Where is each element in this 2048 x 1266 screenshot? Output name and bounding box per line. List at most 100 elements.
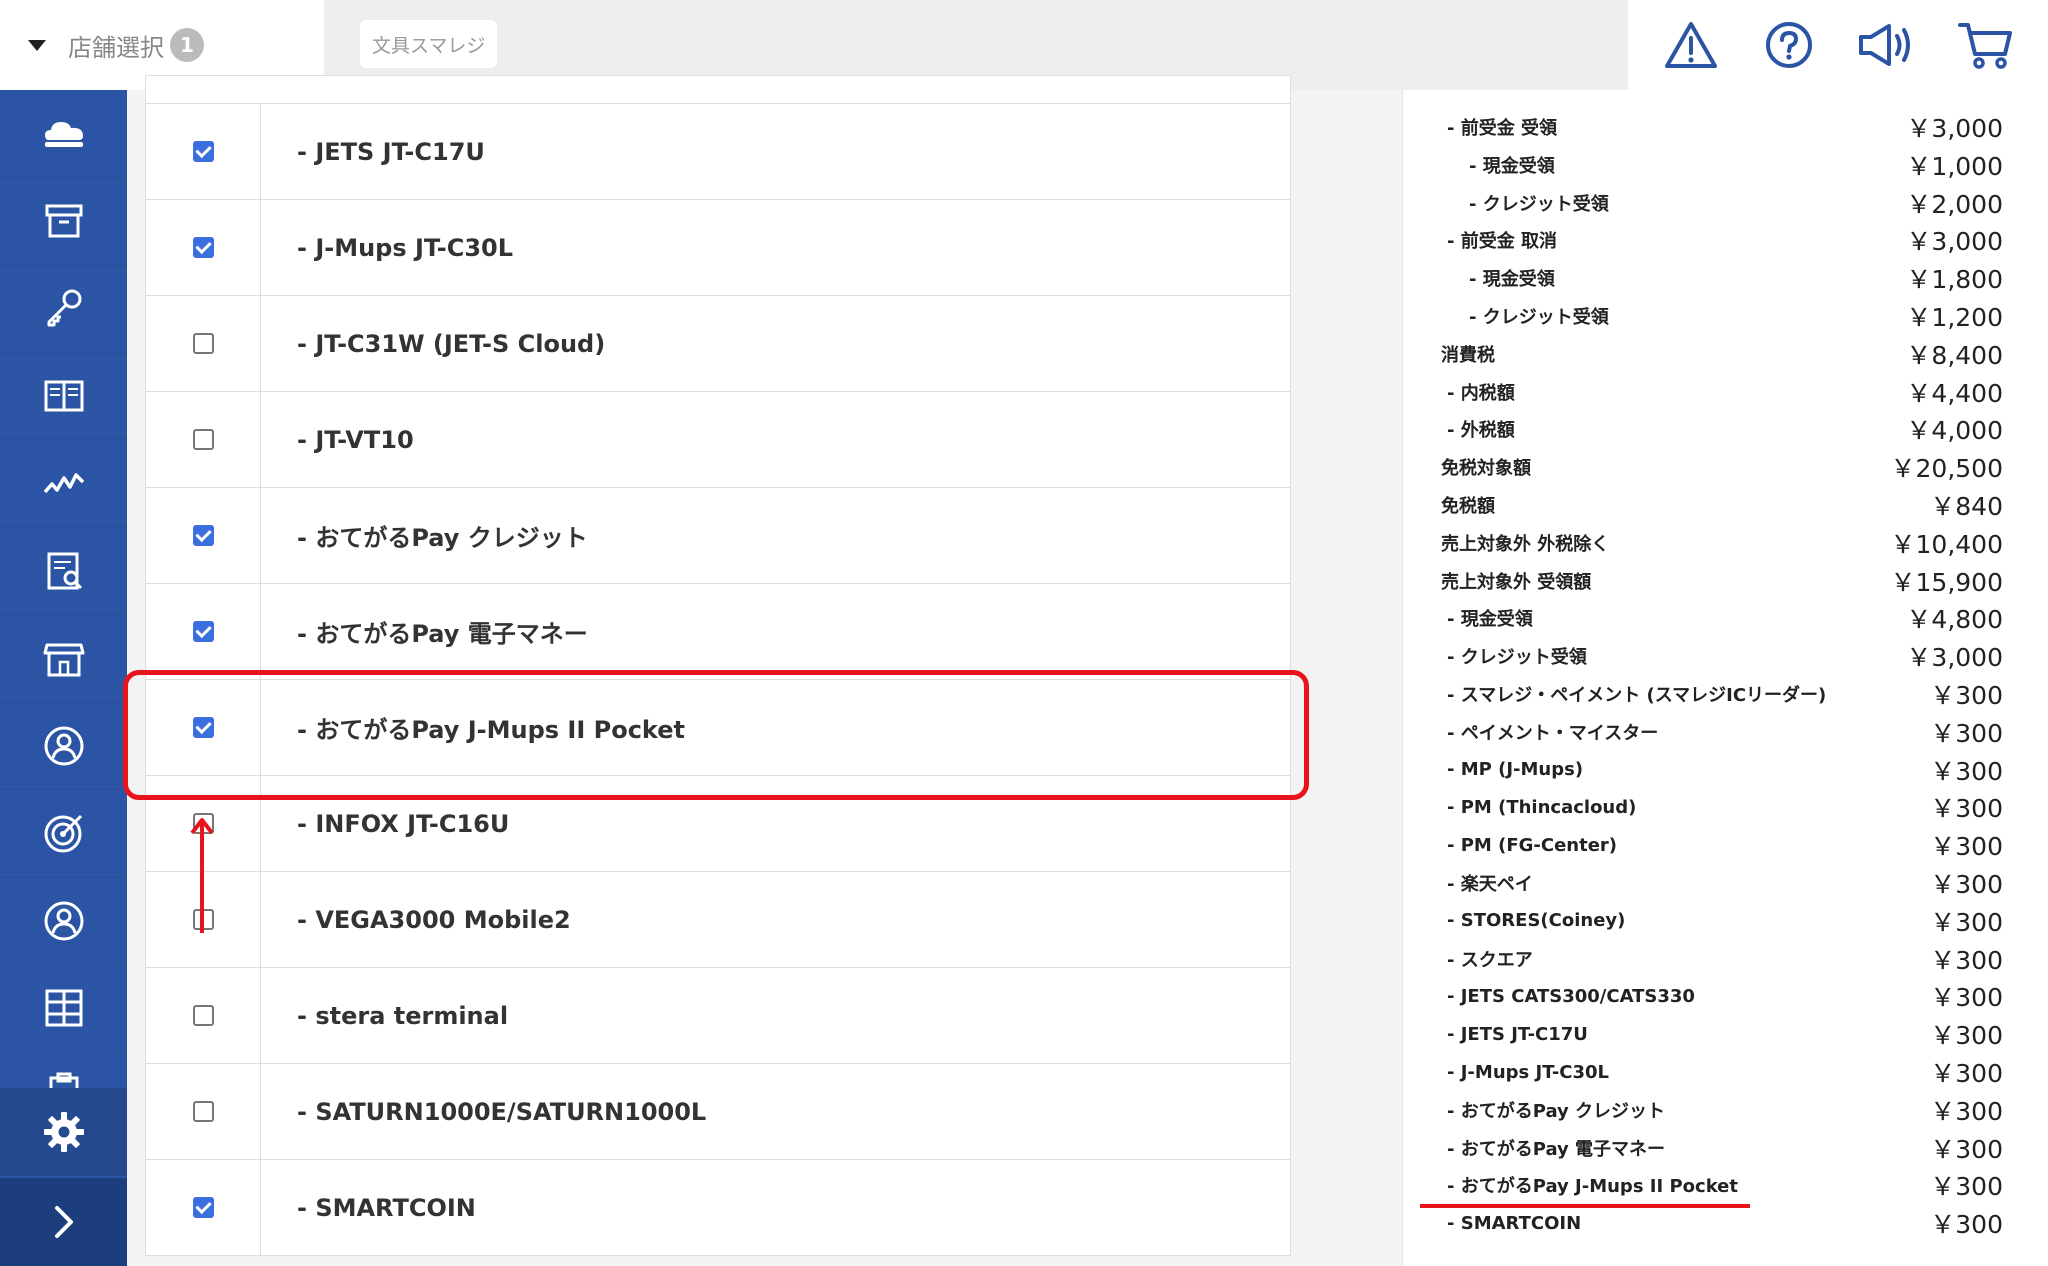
summary-row: 売上対象外 外税除く ￥10,400 bbox=[1403, 524, 2003, 562]
sidebar-item-archive[interactable] bbox=[0, 178, 127, 265]
summary-row: - スクエア ￥300 bbox=[1403, 940, 2003, 978]
sidebar-item-store[interactable] bbox=[0, 615, 127, 703]
checkbox-cell bbox=[146, 1064, 261, 1159]
store-icon bbox=[43, 643, 84, 677]
row-checkbox[interactable] bbox=[192, 429, 214, 450]
checkbox-cell bbox=[146, 584, 261, 679]
summary-value: ￥8,400 bbox=[1906, 340, 2003, 370]
summary-label: - JETS CATS300/CATS330 bbox=[1447, 985, 1695, 1007]
key-icon bbox=[47, 289, 81, 327]
summary-value: ￥4,400 bbox=[1906, 378, 2003, 408]
summary-row: - スマレジ・ペイメント (スマレジICリーダー) ￥300 bbox=[1403, 675, 2003, 713]
table-row[interactable]: - おてがるPay クレジット bbox=[146, 488, 1290, 584]
summary-row: - PM (FG-Center) ￥300 bbox=[1403, 826, 2003, 864]
summary-row: - PM (Thincacloud) ￥300 bbox=[1403, 788, 2003, 826]
summary-value: ￥300 bbox=[1930, 1096, 2003, 1126]
store-select-label: 店舗選択 bbox=[68, 33, 164, 62]
grid-icon bbox=[45, 989, 82, 1027]
table-row[interactable]: - VEGA3000 Mobile2 bbox=[146, 872, 1290, 968]
table-row[interactable]: - JETS JT-C17U bbox=[146, 104, 1290, 200]
summary-value: ￥20,500 bbox=[1890, 454, 2003, 484]
selected-store-chip[interactable]: 文具スマレジ bbox=[360, 20, 498, 68]
summary-row: - 外税額 ￥4,000 bbox=[1403, 410, 2003, 448]
sidebar bbox=[0, 90, 127, 1266]
settings-button[interactable] bbox=[0, 1088, 127, 1176]
summary-value: ￥4,000 bbox=[1906, 416, 2003, 446]
sidebar-item-key[interactable] bbox=[0, 265, 127, 353]
sidebar-item-member[interactable] bbox=[0, 703, 127, 790]
sidebar-item-user[interactable] bbox=[0, 878, 127, 965]
table-row[interactable]: - SATURN1000E/SATURN1000L bbox=[146, 1064, 1290, 1160]
summary-row: - クレジット受領 ￥1,200 bbox=[1403, 297, 2003, 335]
target-icon bbox=[44, 815, 82, 853]
summary-value: ￥300 bbox=[1930, 945, 2003, 975]
summary-row: - 現金受領 ￥1,800 bbox=[1403, 259, 2003, 297]
summary-row: 免税対象額 ￥20,500 bbox=[1403, 448, 2003, 486]
sidebar-item-clipboard[interactable] bbox=[0, 1053, 127, 1093]
summary-row: - おてがるPay J-Mups II Pocket ￥300 bbox=[1403, 1166, 2003, 1204]
summary-value: ￥300 bbox=[1930, 756, 2003, 786]
summary-value: ￥300 bbox=[1930, 1134, 2003, 1164]
summary-label: - 外税額 bbox=[1447, 420, 1515, 442]
table-row[interactable]: - stera terminal bbox=[146, 968, 1290, 1064]
announcement-icon[interactable] bbox=[1855, 13, 1919, 77]
row-checkbox[interactable] bbox=[192, 1197, 214, 1218]
row-label: - おてがるPay 電子マネー bbox=[297, 620, 588, 648]
summary-row: - クレジット受領 ￥3,000 bbox=[1403, 637, 2003, 675]
table-row-partial bbox=[146, 76, 1290, 104]
summary-label: - おてがるPay クレジット bbox=[1447, 1100, 1666, 1122]
summary-label: - ペイメント・マイスター bbox=[1447, 722, 1659, 744]
table-row[interactable]: - JT-C31W (JET-S Cloud) bbox=[146, 296, 1290, 392]
summary-value: ￥300 bbox=[1930, 794, 2003, 824]
row-checkbox[interactable] bbox=[192, 333, 214, 354]
summary-label: - 現金受領 bbox=[1469, 269, 1555, 291]
table-row[interactable]: - J-Mups JT-C30L bbox=[146, 200, 1290, 296]
warning-icon[interactable] bbox=[1659, 13, 1723, 77]
row-label: - JT-VT10 bbox=[297, 425, 414, 454]
table-row[interactable]: - おてがるPay 電子マネー bbox=[146, 584, 1290, 680]
row-checkbox[interactable] bbox=[192, 1101, 214, 1122]
cart-icon[interactable] bbox=[1953, 13, 2017, 77]
checkbox-cell bbox=[146, 968, 261, 1063]
summary-label: - クレジット受領 bbox=[1447, 647, 1587, 669]
summary-label: - 楽天ペイ bbox=[1447, 874, 1533, 895]
summary-label: - STORES(Coiney) bbox=[1447, 910, 1626, 932]
sidebar-item-cloud[interactable] bbox=[0, 90, 127, 178]
chevron-right-icon bbox=[54, 1206, 73, 1238]
summary-value: ￥300 bbox=[1930, 1059, 2003, 1088]
analytics-icon bbox=[43, 473, 84, 494]
summary-label: - SMARTCOIN bbox=[1447, 1212, 1582, 1234]
row-checkbox[interactable] bbox=[192, 141, 214, 162]
summary-row: - 内税額 ￥4,400 bbox=[1403, 373, 2003, 411]
summary-row: - SMARTCOIN ￥300 bbox=[1403, 1204, 2003, 1242]
caret-down-icon bbox=[28, 39, 46, 51]
table-row[interactable]: - SMARTCOIN bbox=[146, 1160, 1290, 1256]
summary-value: ￥4,800 bbox=[1906, 605, 2003, 635]
summary-row: - JETS CATS300/CATS330 ￥300 bbox=[1403, 977, 2003, 1015]
up-arrow-annotation bbox=[190, 818, 214, 933]
summary-row: - JETS JT-C17U ￥300 bbox=[1403, 1015, 2003, 1053]
summary-value: ￥840 bbox=[1930, 492, 2003, 521]
summary-value: ￥1,800 bbox=[1906, 265, 2003, 295]
row-checkbox[interactable] bbox=[192, 525, 214, 546]
help-icon[interactable] bbox=[1757, 13, 1821, 77]
summary-value: ￥300 bbox=[1930, 870, 2003, 899]
sidebar-item-grid[interactable] bbox=[0, 965, 127, 1053]
row-checkbox[interactable] bbox=[192, 237, 214, 258]
sidebar-item-book[interactable] bbox=[0, 353, 127, 440]
summary-value: ￥15,900 bbox=[1890, 567, 2003, 597]
summary-value: ￥300 bbox=[1930, 1210, 2003, 1240]
summary-label: - JETS JT-C17U bbox=[1447, 1023, 1588, 1045]
sidebar-item-analytics[interactable] bbox=[0, 440, 127, 528]
row-checkbox[interactable] bbox=[192, 621, 214, 642]
row-checkbox[interactable] bbox=[192, 1005, 214, 1026]
sidebar-item-target[interactable] bbox=[0, 790, 127, 878]
row-label: - JT-C31W (JET-S Cloud) bbox=[297, 329, 606, 358]
sidebar-item-report[interactable] bbox=[0, 528, 127, 615]
summary-row: - 前受金 取消 ￥3,000 bbox=[1403, 221, 2003, 259]
table-row[interactable]: - JT-VT10 bbox=[146, 392, 1290, 488]
expand-sidebar-button[interactable] bbox=[0, 1178, 127, 1266]
highlight-box bbox=[123, 670, 1309, 800]
checkbox-cell bbox=[146, 392, 261, 487]
summary-label: 免税額 bbox=[1441, 496, 1495, 517]
